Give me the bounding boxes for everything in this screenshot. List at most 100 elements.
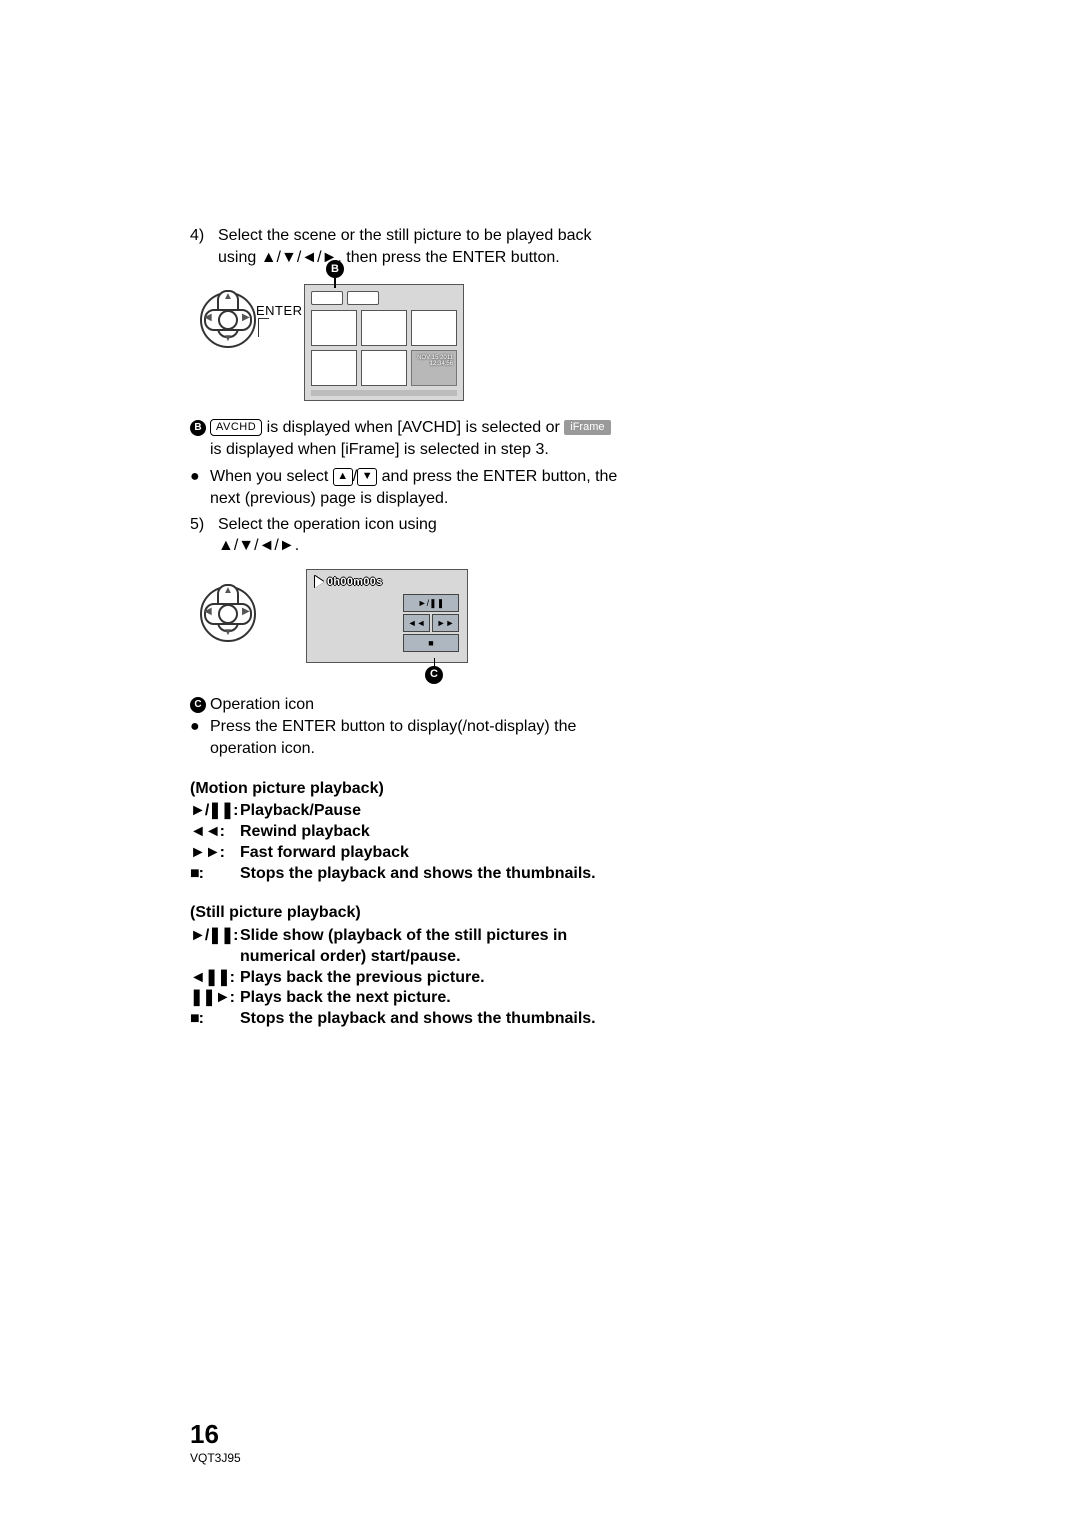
op-row: ❚❚►:Plays back the next picture. [190,988,620,1009]
thumbnail-cell [361,350,407,386]
op-desc: Slide show (playback of the still pictur… [240,926,620,968]
bullet-icon: ● [190,466,210,509]
step-5: 5) Select the operation icon using ▲/▼/◄… [190,514,620,557]
format-tab [311,291,343,305]
d-pad-outer: ▲ ▼ ◀ ▶ [200,586,256,642]
d-pad-arrows: ▲/▼/◄/► [218,537,295,554]
explanation-b-text: AVCHD is displayed when [AVCHD] is selec… [210,417,620,460]
op-symbol: ◄◄: [190,822,240,843]
d-pad-center [218,604,238,624]
op-symbol: ►/❚❚: [190,926,240,968]
op-row: ■:Stops the playback and shows the thumb… [190,1009,620,1030]
thumbnail-cell [311,310,357,346]
enter-pointer-line [258,318,269,337]
callout-b-label: B [190,420,206,436]
callout-c-label: C [190,697,206,713]
op-row: ◄❚❚:Plays back the previous picture. [190,968,620,989]
thumbnail-cell [361,310,407,346]
explainB-p1: is displayed when [AVCHD] is selected or [262,419,564,436]
operation-panel: ►/❚❚ ◄◄ ►► ■ [403,594,459,654]
thumbnail-date-cell: NOV 15 2011 12:34:56 [411,350,457,386]
thumbnail-cell [311,350,357,386]
callout-c-icon: C [425,666,443,684]
format-tab [347,291,379,305]
op-symbol: ■: [190,1009,240,1030]
op-symbol: ◄❚❚: [190,968,240,989]
play-icon [315,576,324,588]
operation-icon-text: Operation icon [210,694,620,716]
callout-b-icon: B [326,260,344,278]
still-header: (Still picture playback) [190,902,620,924]
timecode: 0h00m00s [315,575,383,590]
motion-table: ►/❚❚:Playback/Pause ◄◄:Rewind playback ►… [190,801,620,884]
callout-b-bullet: B [190,417,210,460]
key-down-icon: ▼ [357,468,377,486]
playback-screen: 0h00m00s ►/❚❚ ◄◄ ►► ■ C [306,569,468,663]
explanation-b: B AVCHD is displayed when [AVCHD] is sel… [190,417,620,460]
op-desc: Stops the playback and shows the thumbna… [240,864,620,885]
op-row: ◄◄:Rewind playback [190,822,620,843]
thumbnail-screen: B NOV 15 2011 12:34:56 [304,284,464,401]
still-table: ►/❚❚:Slide show (playback of the still p… [190,926,620,1030]
timecode-text: 0h00m00s [327,575,383,590]
op-desc: Fast forward playback [240,843,620,864]
format-tabs [311,291,457,305]
operation-icon-line: C Operation icon [190,694,620,716]
arrow-down-icon: ▼ [223,628,233,638]
op-desc: Plays back the next picture. [240,988,620,1009]
arrow-right-icon: ▶ [242,313,250,323]
thumbnail-footer [311,390,457,396]
op-desc: Playback/Pause [240,801,620,822]
step4-text2: , then press the ENTER button. [337,249,559,266]
callout-c-bullet: C [190,694,210,716]
op-desc: Rewind playback [240,822,620,843]
d-pad-diagram: ▲ ▼ ◀ ▶ [200,586,270,646]
op-symbol: ❚❚►: [190,988,240,1009]
op-stop: ■ [403,634,459,652]
arrow-up-icon: ▲ [223,292,233,302]
op-row: ►/❚❚:Slide show (playback of the still p… [190,926,620,968]
callout-b-line [334,278,336,288]
step-text: Select the operation icon using ▲/▼/◄/►. [218,514,620,557]
op-symbol: ►►: [190,843,240,864]
figure-row-1: ▲ ▼ ◀ ▶ ENTER B [200,284,620,401]
op-rewind: ◄◄ [403,614,430,632]
step-4: 4) Select the scene or the still picture… [190,225,620,268]
enter-label: ENTER [256,302,303,320]
document-code: VQT3J95 [190,1450,241,1466]
manual-page: 4) Select the scene or the still picture… [0,0,1080,1526]
d-pad-outer: ▲ ▼ ◀ ▶ [200,292,256,348]
arrow-up-icon: ▲ [223,586,233,596]
step-number: 4) [190,225,218,268]
thumbnail-grid: NOV 15 2011 12:34:56 [304,284,464,401]
op-forward: ►► [432,614,459,632]
key-up-icon: ▲ [333,468,353,486]
arrow-down-icon: ▼ [223,334,233,344]
bullet-paging-text: When you select ▲/▼ and press the ENTER … [210,466,620,509]
motion-header: (Motion picture playback) [190,778,620,800]
bullet-press-enter: ● Press the ENTER button to display(/not… [190,716,620,759]
bullet-paging: ● When you select ▲/▼ and press the ENTE… [190,466,620,509]
page-number: 16 [190,1417,219,1452]
explainB-p2: is displayed when [iFrame] is selected i… [210,441,549,458]
when-pre: When you select [210,468,333,485]
op-symbol: ►/❚❚: [190,801,240,822]
arrow-left-icon: ◀ [204,607,212,617]
thumbnail-cells: NOV 15 2011 12:34:56 [311,310,457,386]
step-text: Select the scene or the still picture to… [218,225,620,268]
arrow-right-icon: ▶ [242,607,250,617]
op-desc: Stops the playback and shows the thumbna… [240,1009,620,1030]
op-row: ■:Stops the playback and shows the thumb… [190,864,620,885]
figure-row-2: ▲ ▼ ◀ ▶ 0h00m00s ►/❚❚ ◄◄ ►► ■ C [200,569,620,663]
bullet-icon: ● [190,716,210,759]
step5-text2: . [295,537,299,554]
d-pad-arrows: ▲/▼/◄/► [261,249,338,266]
bullet-press-text: Press the ENTER button to display(/not-d… [210,716,620,759]
date-line2: 12:34:56 [430,361,453,367]
callout-c-line [434,658,436,666]
avchd-badge: AVCHD [210,419,262,436]
op-mid-row: ◄◄ ►► [403,614,459,632]
step-number: 5) [190,514,218,557]
enter-button-diagram: ▲ ▼ ◀ ▶ ENTER [200,284,270,374]
step5-text1: Select the operation icon using [218,516,437,533]
